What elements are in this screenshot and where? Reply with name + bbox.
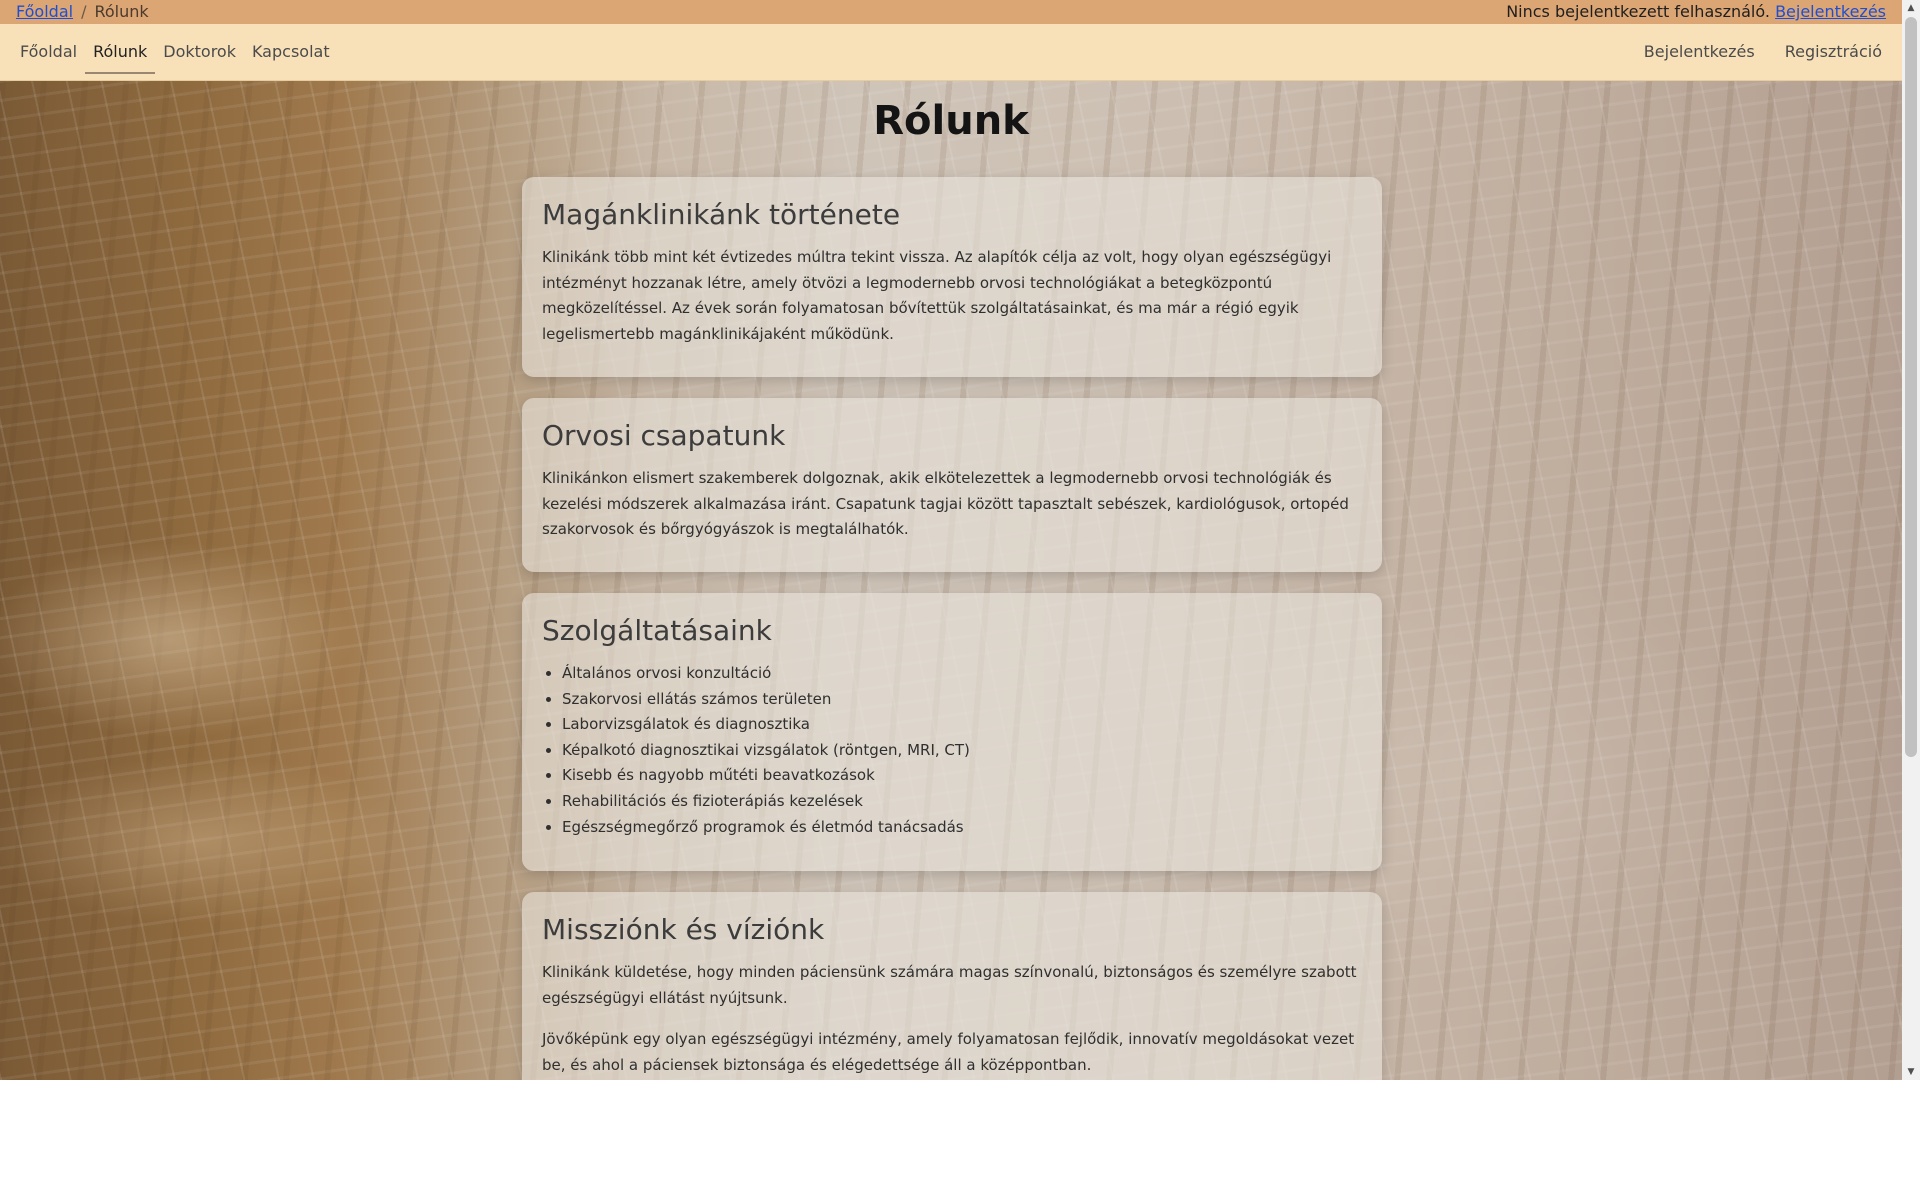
main-navbar: Főoldal Rólunk Doktorok Kapcsolat Bejele… [0, 24, 1902, 81]
top-info-bar: Főoldal / Rólunk Nincs bejelentkezett felh… [0, 0, 1902, 24]
services-list: Általános orvosi konzultáció Szakorvosi … [542, 661, 1362, 840]
services-card: Szolgáltatásaink Általános orvosi konzul… [522, 593, 1382, 871]
services-list-item: Kisebb és nagyobb műtéti beavatkozások [562, 763, 1362, 789]
nav-link-kapcsolat[interactable]: Kapcsolat [244, 28, 338, 76]
triangle-up-icon[interactable]: ▲ [1902, 0, 1920, 16]
breadcrumb-current: Rólunk [94, 2, 149, 21]
breadcrumb-home-link[interactable]: Főoldal [16, 2, 73, 21]
team-text: Klinikánkon elismert szakemberek dolgozn… [542, 469, 1349, 538]
vision-text: Jövőképünk egy olyan egészségügyi intézm… [542, 1030, 1355, 1074]
triangle-down-icon[interactable]: ▼ [1902, 1064, 1920, 1080]
mission-text: Klinikánk küldetése, hogy minden páciens… [542, 963, 1357, 1007]
breadcrumb-separator: / [81, 2, 87, 21]
vertical-scrollbar[interactable]: ▲ ▼ [1902, 0, 1920, 1080]
page-title: Rólunk [873, 98, 1029, 144]
mission-heading: Missziónk és víziónk [542, 913, 825, 946]
nav-link-login[interactable]: Bejelentkezés [1636, 28, 1763, 76]
services-list-item: Laborvizsgálatok és diagnosztika [562, 712, 1362, 738]
browser-viewport: Főoldal / Rólunk Nincs bejelentkezett felh… [0, 0, 1920, 1080]
services-list-item: Rehabilitációs és fizioterápiás kezelése… [562, 789, 1362, 815]
nav-left: Főoldal Rólunk Doktorok Kapcsolat [12, 24, 338, 80]
page: Főoldal / Rólunk Nincs bejelentkezett felh… [0, 0, 1902, 1080]
history-text: Klinikánk több mint két évtizedes múltra… [542, 248, 1332, 343]
mission-card: Missziónk és víziónk Klinikánk küldetése… [522, 892, 1382, 1080]
user-status: Nincs bejelentkezett felhasználó. Bejele… [1506, 0, 1886, 24]
nav-link-rolunk[interactable]: Rólunk [85, 28, 156, 76]
services-list-item: Egészségmegőrző programok és életmód tan… [562, 815, 1362, 841]
services-heading: Szolgáltatásaink [542, 614, 772, 647]
team-card: Orvosi csapatunk Klinikánkon elismert sz… [522, 398, 1382, 572]
user-status-text: Nincs bejelentkezett felhasználó. [1506, 2, 1770, 21]
nav-link-fooldal[interactable]: Főoldal [12, 28, 85, 76]
history-card: Magánklinikánk története Klinikánk több … [522, 177, 1382, 377]
services-list-item: Képalkotó diagnosztikai vizsgálatok (rön… [562, 738, 1362, 764]
topbar-login-link[interactable]: Bejelentkezés [1775, 2, 1886, 21]
services-list-item: Általános orvosi konzultáció [562, 661, 1362, 687]
breadcrumb: Főoldal / Rólunk [16, 0, 149, 24]
services-list-item: Szakorvosi ellátás számos területen [562, 687, 1362, 713]
nav-right: Bejelentkezés Regisztráció [1622, 24, 1890, 80]
nav-link-doktorok[interactable]: Doktorok [155, 28, 244, 76]
history-heading: Magánklinikánk története [542, 198, 901, 231]
team-heading: Orvosi csapatunk [542, 419, 786, 452]
scrollbar-thumb[interactable] [1905, 17, 1917, 757]
nav-link-register[interactable]: Regisztráció [1777, 28, 1890, 76]
